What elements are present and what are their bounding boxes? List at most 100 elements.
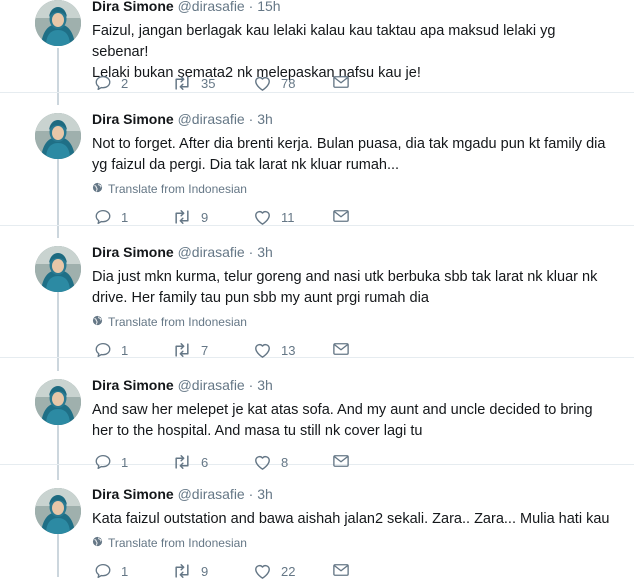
tweet[interactable]: Dira Simone @dirasafie · 3h Not to forget… xyxy=(0,105,634,225)
author-handle[interactable]: @dirasafie xyxy=(178,486,245,502)
like-count: 11 xyxy=(281,209,295,225)
like-button[interactable]: 78 xyxy=(253,74,295,92)
separator-dot: · xyxy=(248,244,254,260)
reply-count: 1 xyxy=(121,209,129,225)
author-name[interactable]: Dira Simone xyxy=(92,111,174,127)
author-handle[interactable]: @dirasafie xyxy=(178,244,245,260)
like-button[interactable]: 11 xyxy=(253,208,295,226)
tweet[interactable]: Dira Simone @dirasafie · 15h Faizul, jang… xyxy=(0,0,634,92)
author-handle[interactable]: @dirasafie xyxy=(178,377,245,393)
avatar[interactable] xyxy=(35,379,81,425)
retweet-icon xyxy=(172,341,192,359)
author-handle[interactable]: @dirasafie xyxy=(178,0,245,14)
tweet-text: And saw her melepet je kat atas sofa. An… xyxy=(92,402,593,439)
avatar[interactable] xyxy=(35,488,81,534)
reply-button[interactable]: 1 xyxy=(94,341,128,359)
tweet-actions: 2 35 78 xyxy=(92,74,372,94)
reply-icon xyxy=(94,208,112,226)
like-button[interactable]: 8 xyxy=(253,453,288,471)
heart-icon xyxy=(253,341,272,359)
retweet-icon xyxy=(172,453,192,471)
retweet-count: 9 xyxy=(201,563,209,579)
reply-count: 1 xyxy=(121,563,129,579)
reply-icon xyxy=(94,453,112,471)
author-name[interactable]: Dira Simone xyxy=(92,244,174,260)
avatar[interactable] xyxy=(35,246,81,292)
direct-message-button[interactable] xyxy=(332,341,350,357)
tweet[interactable]: Dira Simone @dirasafie · 3h Kata faizul o… xyxy=(0,480,634,580)
tweet-actions: 1 6 8 xyxy=(92,453,372,473)
retweet-button[interactable]: 9 xyxy=(172,562,208,580)
heart-icon xyxy=(253,208,272,226)
reply-button[interactable]: 1 xyxy=(94,208,128,226)
retweet-count: 6 xyxy=(201,454,209,470)
tweet-actions: 1 9 11 xyxy=(92,208,372,228)
separator-dot: · xyxy=(248,0,254,14)
direct-message-button[interactable] xyxy=(332,562,350,578)
avatar[interactable] xyxy=(35,113,81,159)
reply-icon xyxy=(94,341,112,359)
author-name[interactable]: Dira Simone xyxy=(92,377,174,393)
like-count: 13 xyxy=(281,342,296,358)
direct-message-button[interactable] xyxy=(332,74,350,90)
author-name[interactable]: Dira Simone xyxy=(92,486,174,502)
like-button[interactable]: 13 xyxy=(253,341,295,359)
translate-link[interactable]: Translate from Indonesian xyxy=(92,182,247,196)
direct-message-button[interactable] xyxy=(332,453,350,469)
retweet-button[interactable]: 7 xyxy=(172,341,208,359)
heart-icon xyxy=(253,453,272,471)
separator-dot: · xyxy=(248,377,254,393)
tweet-timestamp[interactable]: 3h xyxy=(257,486,273,502)
reply-icon xyxy=(94,74,112,92)
reply-count: 1 xyxy=(121,454,129,470)
translate-label: Translate from Indonesian xyxy=(108,315,247,329)
like-count: 22 xyxy=(281,563,296,579)
tweet-header: Dira Simone @dirasafie · 3h xyxy=(92,244,273,260)
tweet-header: Dira Simone @dirasafie · 15h xyxy=(92,0,281,14)
retweet-icon xyxy=(172,562,192,580)
reply-button[interactable]: 2 xyxy=(94,74,128,92)
reply-button[interactable]: 1 xyxy=(94,453,128,471)
tweet-timestamp[interactable]: 3h xyxy=(257,244,273,260)
envelope-icon xyxy=(332,208,350,224)
tweet-text: Dia just mkn kurma, telur goreng and nas… xyxy=(92,269,598,306)
reply-button[interactable]: 1 xyxy=(94,562,128,580)
separator-dot: · xyxy=(248,486,254,502)
retweet-count: 35 xyxy=(201,75,216,91)
retweet-count: 9 xyxy=(201,209,209,225)
retweet-icon xyxy=(172,74,192,92)
author-name[interactable]: Dira Simone xyxy=(92,0,174,14)
envelope-icon xyxy=(332,562,350,578)
translate-link[interactable]: Translate from Indonesian xyxy=(92,536,247,550)
globe-icon xyxy=(92,182,103,196)
tweet-actions: 1 7 13 xyxy=(92,341,372,361)
like-count: 8 xyxy=(281,454,289,470)
tweet-timestamp[interactable]: 3h xyxy=(257,377,273,393)
tweet-timestamp[interactable]: 3h xyxy=(257,111,273,127)
separator-dot: · xyxy=(248,111,254,127)
translate-link[interactable]: Translate from Indonesian xyxy=(92,315,247,329)
retweet-count: 7 xyxy=(201,342,209,358)
globe-icon xyxy=(92,536,103,550)
translate-label: Translate from Indonesian xyxy=(108,182,247,196)
tweet-timestamp[interactable]: 15h xyxy=(257,0,280,14)
reply-count: 1 xyxy=(121,342,129,358)
heart-icon xyxy=(253,74,272,92)
like-count: 78 xyxy=(281,75,296,91)
retweet-button[interactable]: 6 xyxy=(172,453,208,471)
avatar[interactable] xyxy=(35,0,81,46)
tweet[interactable]: Dira Simone @dirasafie · 3h And saw her m… xyxy=(0,371,634,471)
reply-count: 2 xyxy=(121,75,129,91)
envelope-icon xyxy=(332,341,350,357)
tweet-header: Dira Simone @dirasafie · 3h xyxy=(92,377,273,393)
direct-message-button[interactable] xyxy=(332,208,350,224)
retweet-button[interactable]: 9 xyxy=(172,208,208,226)
tweet-header: Dira Simone @dirasafie · 3h xyxy=(92,486,273,502)
like-button[interactable]: 22 xyxy=(253,562,295,580)
globe-icon xyxy=(92,315,103,329)
retweet-button[interactable]: 35 xyxy=(172,74,215,92)
tweet-text: Not to forget. After dia brenti kerja. B… xyxy=(92,136,606,173)
tweet[interactable]: Dira Simone @dirasafie · 3h Dia just mkn … xyxy=(0,238,634,358)
envelope-icon xyxy=(332,74,350,90)
author-handle[interactable]: @dirasafie xyxy=(178,111,245,127)
